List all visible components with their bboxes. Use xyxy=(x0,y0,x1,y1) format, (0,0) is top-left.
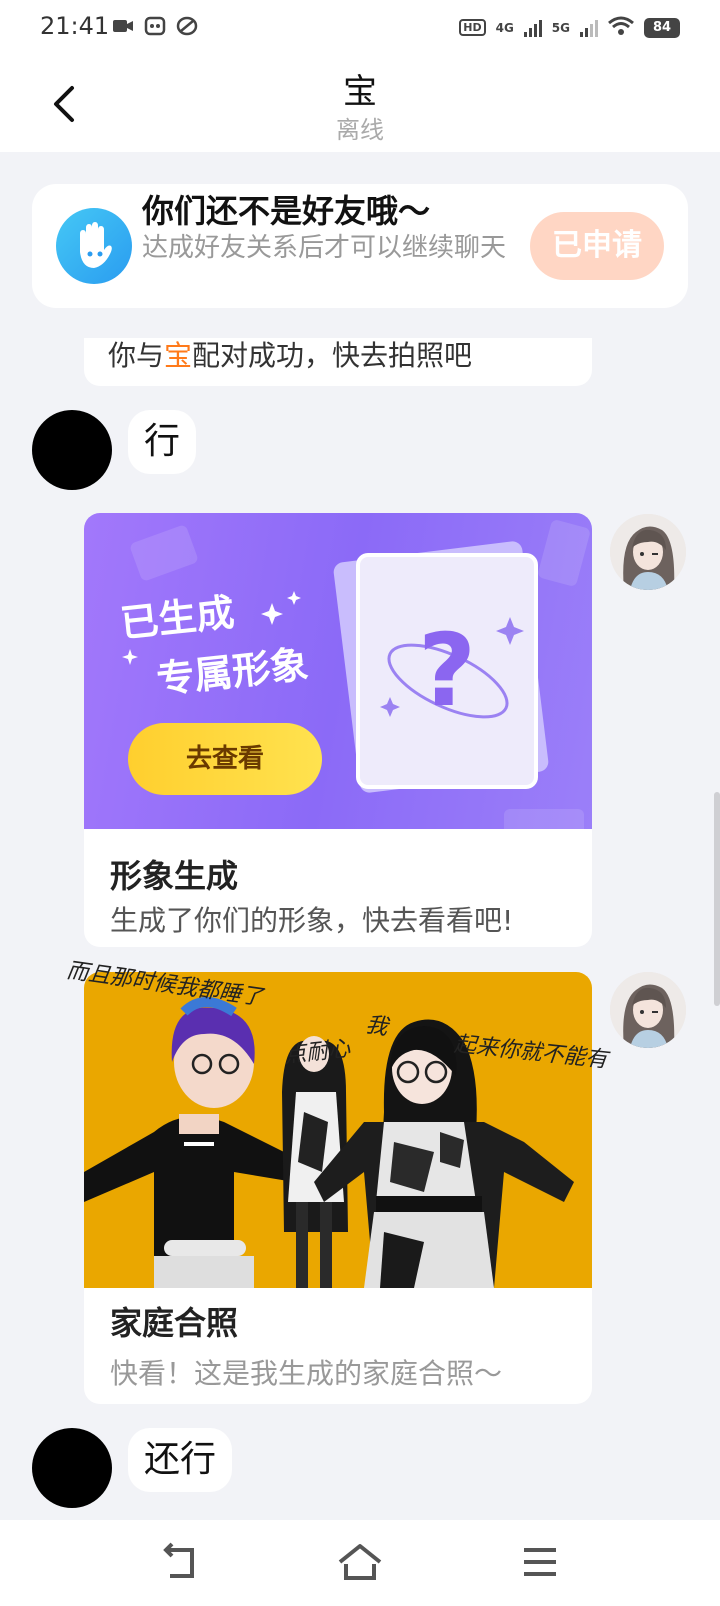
avatar-generated-banner: 已生成 专属形象 去查看 ? xyxy=(84,513,592,829)
status-time: 21:41 xyxy=(40,12,110,40)
scrollbar[interactable] xyxy=(714,792,720,1006)
signal-icon-2 xyxy=(580,19,598,37)
system-message-name: 宝 xyxy=(164,339,193,372)
mystery-card: ? xyxy=(356,553,538,789)
signal-icon xyxy=(523,19,542,37)
online-status: 离线 xyxy=(336,116,384,144)
applied-button[interactable]: 已申请 xyxy=(530,212,664,280)
question-mark-icon: ? xyxy=(380,612,524,729)
message-bubble[interactable]: 行 xyxy=(128,410,197,474)
system-message: 你与宝配对成功，快去拍照吧 xyxy=(84,338,592,386)
battery-icon: 84 xyxy=(644,17,680,38)
back-nav-button[interactable] xyxy=(156,1540,204,1584)
question-mark-glyph: ? xyxy=(418,612,476,729)
home-nav-button[interactable] xyxy=(336,1540,384,1584)
app-notification-icon xyxy=(144,16,166,36)
status-bar: 21:41 HD 4G 5G 84 xyxy=(0,0,720,56)
status-right-icons: HD 4G 5G 84 xyxy=(459,16,680,39)
card-desc: 生成了你们的形象，快去看看吧! xyxy=(110,904,514,937)
signal-5g-label: 5G xyxy=(551,20,570,35)
home-icon xyxy=(338,1544,382,1580)
message-bubble[interactable]: 还行 xyxy=(128,1428,233,1492)
wifi-icon xyxy=(608,16,634,39)
card-title: 形象生成 xyxy=(110,857,239,895)
system-message-prefix: 你与 xyxy=(108,339,165,372)
view-button[interactable]: 去查看 xyxy=(128,723,322,795)
friend-request-banner: 你们还不是好友哦〜 达成好友关系后才可以继续聊天 已申请 xyxy=(32,184,688,308)
friend-notice-title: 你们还不是好友哦〜 xyxy=(142,192,431,230)
avatar[interactable] xyxy=(32,410,112,490)
card-desc: 快看！这是我生成的家庭合照〜 xyxy=(110,1357,503,1390)
chat-header: 宝 离线 xyxy=(0,56,720,152)
avatar-generated-card[interactable]: 已生成 专属形象 去查看 ? 形象生成 生成了你们的形象，快去看看吧! xyxy=(84,513,592,947)
card-title: 家庭合照 xyxy=(110,1304,239,1342)
friend-notice-desc: 达成好友关系后才可以继续聊天 xyxy=(142,233,507,263)
hd-icon: HD xyxy=(459,19,486,36)
avatar[interactable] xyxy=(610,514,686,590)
back-arrow-icon xyxy=(163,1542,194,1578)
avatar[interactable] xyxy=(610,972,686,1048)
hand-wave-icon xyxy=(56,208,132,284)
family-photo-image xyxy=(84,972,592,1288)
chat-title: 宝 xyxy=(343,72,377,112)
system-nav-bar xyxy=(0,1520,720,1606)
signal-4g-label: 4G xyxy=(495,20,514,35)
status-notification-icons xyxy=(112,16,198,36)
handwriting-text: 点耐心 xyxy=(283,1036,352,1069)
avatar[interactable] xyxy=(32,1428,112,1508)
menu-icon xyxy=(524,1548,556,1576)
menu-nav-button[interactable] xyxy=(516,1540,564,1584)
video-icon xyxy=(112,16,134,36)
family-photo-figures xyxy=(84,997,574,1288)
handwriting-text: 我 xyxy=(364,1012,390,1041)
system-message-suffix: 配对成功，快去拍照吧 xyxy=(192,339,473,372)
sync-icon xyxy=(176,16,198,36)
